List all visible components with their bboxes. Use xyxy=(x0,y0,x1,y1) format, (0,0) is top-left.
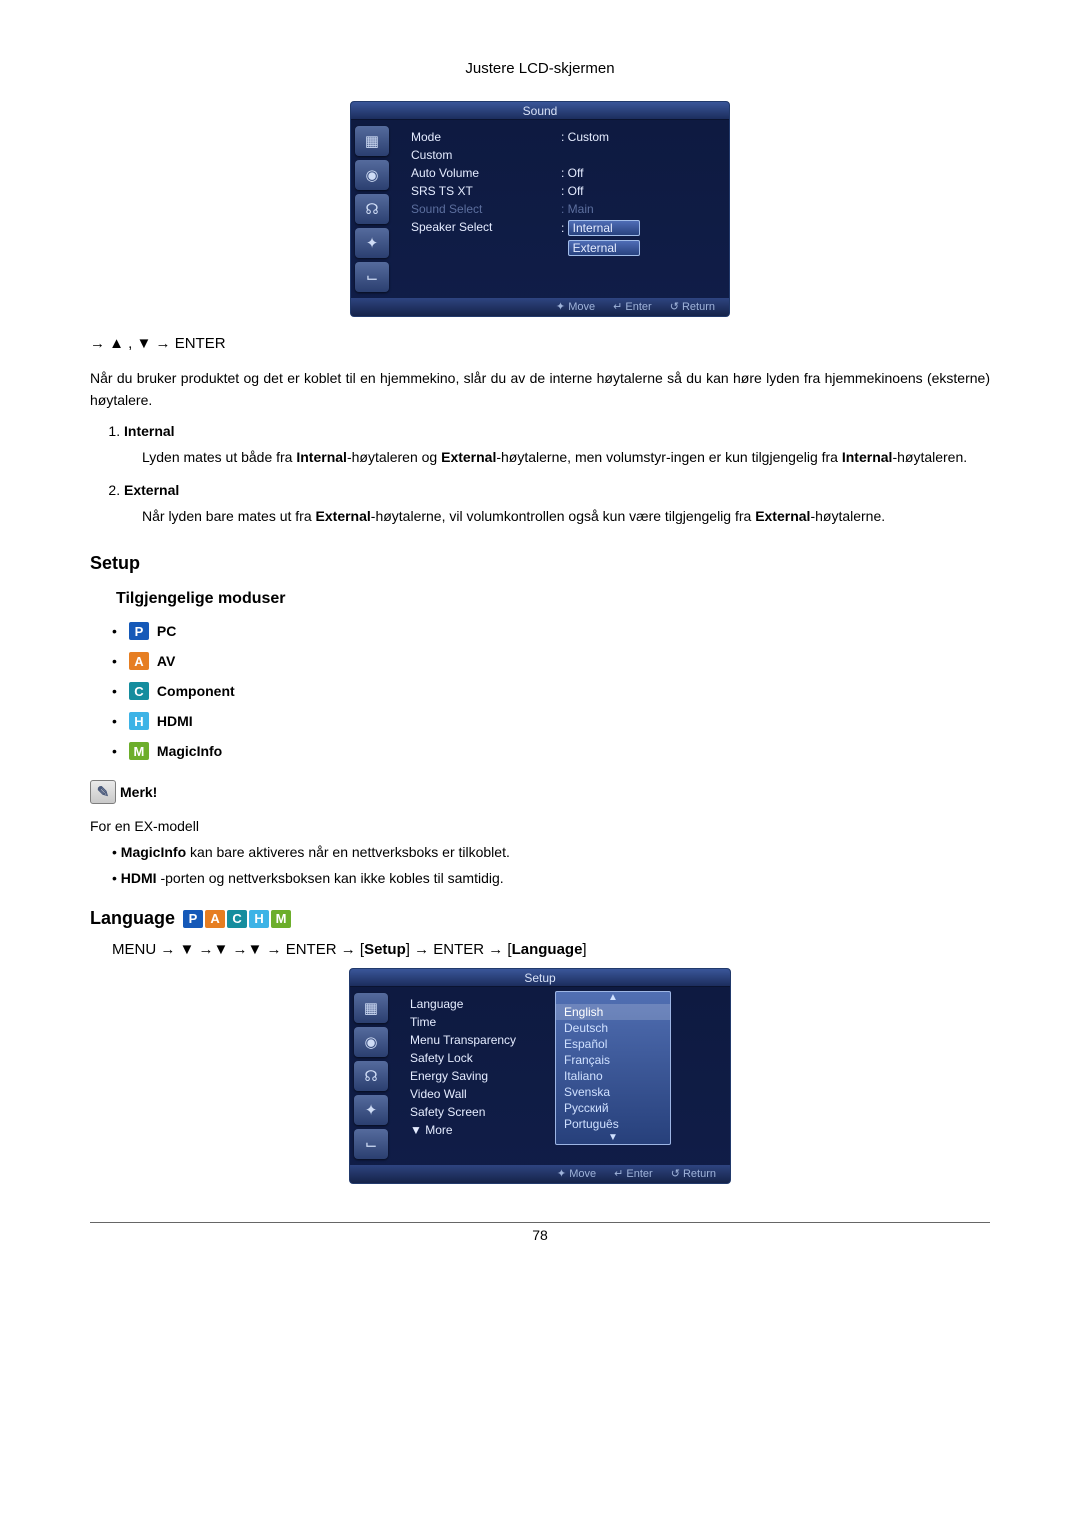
lang-option: Español xyxy=(556,1036,670,1052)
osd-setup-icon: ✦ xyxy=(355,228,389,258)
osd-multi-icon: ⌙ xyxy=(354,1129,388,1159)
language-dropdown: ▲ English Deutsch Español Français Itali… xyxy=(555,991,671,1145)
mode-badge-p: P xyxy=(129,622,149,640)
lang-option: Italiano xyxy=(556,1068,670,1084)
osd-multi-icon: ⌙ xyxy=(355,262,389,292)
osd-sound-title: Sound xyxy=(351,102,729,120)
osd-row-value: : Off xyxy=(561,184,719,198)
mode-item: HHDMI xyxy=(112,712,990,730)
badge-a: A xyxy=(205,910,225,928)
osd-row-label: Energy Saving xyxy=(410,1069,550,1083)
osd-sidebar: ▦ ◉ ☊ ✦ ⌙ xyxy=(351,120,401,298)
osd-footer-enter: ↵ Enter xyxy=(613,300,652,316)
osd-row-label: Safety Screen xyxy=(410,1105,550,1119)
osd-footer: ✦ Move ↵ Enter ↺ Return xyxy=(351,298,729,316)
intro-paragraph: Når du bruker produktet og det er koblet… xyxy=(90,368,990,411)
badge-c: C xyxy=(227,910,247,928)
osd-picture-icon: ▦ xyxy=(355,126,389,156)
footer-rule xyxy=(90,1222,990,1223)
osd-row-label: Speaker Select xyxy=(411,220,561,234)
osd-row-value xyxy=(561,148,719,162)
osd-audio-icon: ☊ xyxy=(355,194,389,224)
osd-row-label: Mode xyxy=(411,130,561,144)
osd-input-icon: ◉ xyxy=(355,160,389,190)
osd-sound-values: : Custom : Off : Off : Main : Internal E… xyxy=(561,130,719,276)
osd-row-label: ▼ More xyxy=(410,1123,550,1137)
osd-sidebar: ▦ ◉ ☊ ✦ ⌙ xyxy=(350,987,400,1165)
lang-option: Français xyxy=(556,1052,670,1068)
osd-row-label: Menu Transparency xyxy=(410,1033,550,1047)
lang-option: Svenska xyxy=(556,1084,670,1100)
osd-footer-move: ✦ Move xyxy=(557,1167,596,1183)
nav-instruction: → ▲ , ▼ → ENTER xyxy=(90,335,990,352)
badge-p: P xyxy=(183,910,203,928)
mode-list: PPC AAV CComponent HHDMI MMagicInfo xyxy=(112,622,990,760)
lang-option: Deutsch xyxy=(556,1020,670,1036)
option-title: External xyxy=(124,482,179,498)
osd-setup-labels: Language Time Menu Transparency Safety L… xyxy=(410,997,550,1159)
notes-list: MagicInfo kan bare aktiveres når en nett… xyxy=(112,844,990,886)
mode-badge-a: A xyxy=(129,652,149,670)
speaker-option-list: Internal Lyden mates ut både fra Interna… xyxy=(124,423,990,527)
osd-footer-return: ↺ Return xyxy=(670,300,715,316)
osd-row-value: : Custom xyxy=(561,130,719,144)
ex-model-line: For en EX-modell xyxy=(90,818,990,834)
chevron-up-icon: ▲ xyxy=(556,992,670,1004)
osd-footer-return: ↺ Return xyxy=(671,1167,716,1183)
mode-item: AAV xyxy=(112,652,990,670)
osd-row-value: : Internal xyxy=(561,220,719,236)
osd-row-label: SRS TS XT xyxy=(411,184,561,198)
osd-row-label: Auto Volume xyxy=(411,166,561,180)
mode-item: CComponent xyxy=(112,682,990,700)
osd-row-label: Time xyxy=(410,1015,550,1029)
language-heading: Language xyxy=(90,908,175,929)
pencil-icon: ✎ xyxy=(90,780,116,804)
osd-picture-icon: ▦ xyxy=(354,993,388,1023)
osd-audio-icon: ☊ xyxy=(354,1061,388,1091)
osd-footer-enter: ↵ Enter xyxy=(614,1167,653,1183)
osd-sound: Sound ▦ ◉ ☊ ✦ ⌙ Mode Custom Auto Volume … xyxy=(350,101,730,317)
badge-h: H xyxy=(249,910,269,928)
mode-badge-c: C xyxy=(129,682,149,700)
list-item: Internal Lyden mates ut både fra Interna… xyxy=(124,423,990,468)
setup-heading: Setup xyxy=(90,553,990,574)
osd-row-label: Custom xyxy=(411,148,561,162)
mode-item: PPC xyxy=(112,622,990,640)
note-item: HDMI -porten og nettverksboksen kan ikke… xyxy=(112,870,990,886)
menu-path: MENU → ▼ →▼ →▼ → ENTER → [Setup] → ENTER… xyxy=(112,941,990,958)
osd-row-label: Sound Select xyxy=(411,202,561,216)
osd-row-value: : Off xyxy=(561,166,719,180)
page-header: Justere LCD-skjermen xyxy=(90,60,990,77)
osd-sound-labels: Mode Custom Auto Volume SRS TS XT Sound … xyxy=(411,130,561,276)
badge-m: M xyxy=(271,910,291,928)
lang-option: Русский xyxy=(556,1100,670,1116)
mode-badge-h: H xyxy=(129,712,149,730)
chevron-down-icon: ▼ xyxy=(556,1132,670,1144)
option-body: Når lyden bare mates ut fra External-høy… xyxy=(142,506,990,527)
osd-row-value: : Main xyxy=(561,202,719,216)
osd-row-label: Video Wall xyxy=(410,1087,550,1101)
osd-footer-move: ✦ Move xyxy=(556,300,595,316)
mode-badge-m: M xyxy=(129,742,149,760)
option-body: Lyden mates ut både fra Internal-høytale… xyxy=(142,447,990,468)
note-heading: ✎ Merk! xyxy=(90,780,157,804)
language-badges: P A C H M xyxy=(183,910,291,928)
page-number: 78 xyxy=(90,1227,990,1243)
lang-option: English xyxy=(556,1004,670,1020)
lang-option: Português xyxy=(556,1116,670,1132)
osd-row-label: Language xyxy=(410,997,550,1011)
osd-setup-title: Setup xyxy=(350,969,730,987)
note-item: MagicInfo kan bare aktiveres når en nett… xyxy=(112,844,990,860)
osd-footer: ✦ Move ↵ Enter ↺ Return xyxy=(350,1165,730,1183)
option-title: Internal xyxy=(124,423,175,439)
list-item: External Når lyden bare mates ut fra Ext… xyxy=(124,482,990,527)
osd-setup-icon: ✦ xyxy=(354,1095,388,1125)
osd-input-icon: ◉ xyxy=(354,1027,388,1057)
mode-item: MMagicInfo xyxy=(112,742,990,760)
modes-heading: Tilgjengelige moduser xyxy=(116,590,990,608)
osd-row-value: External xyxy=(561,240,719,256)
osd-setup: Setup ▦ ◉ ☊ ✦ ⌙ Language Time Menu Trans… xyxy=(349,968,731,1184)
osd-row-label: Safety Lock xyxy=(410,1051,550,1065)
